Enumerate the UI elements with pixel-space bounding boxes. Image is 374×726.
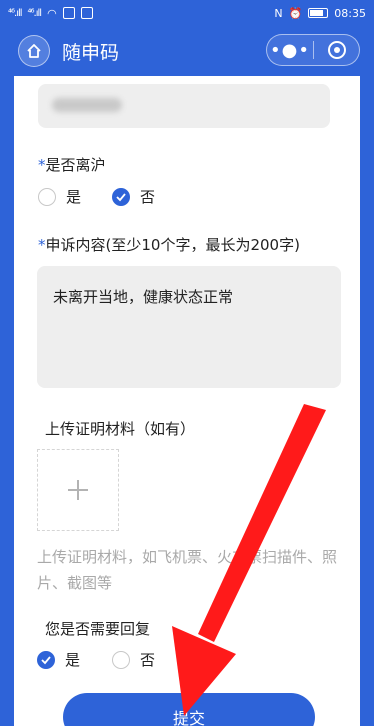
left-shanghai-label: *是否离沪 [38,154,106,175]
option-label: 否 [140,651,156,669]
upload-label: 上传证明材料（如有） [45,420,196,438]
alarm-icon: ⏰ [288,6,303,20]
option-label: 是 [65,651,81,669]
reply-label: 您是否需要回复 [45,620,151,638]
home-button[interactable] [18,35,50,67]
status-bar: ⁴⁶.ıll ⁴⁶.ıll ◠ N ⏰ 08:35 [0,0,374,26]
appeal-content-textarea[interactable]: 未离开当地，健康状态正常 [37,266,341,388]
page-title: 随申码 [62,41,120,64]
target-close-icon [327,41,346,59]
option-label: 是 [66,188,82,206]
reply-option-no[interactable]: 否 [112,649,155,670]
app-notification-icon [80,7,93,19]
radio-unchecked-icon[interactable] [112,650,130,669]
reply-option-yes[interactable]: 是 [37,649,80,670]
option-label: 否 [140,188,156,206]
upload-hint: 上传证明材料，如飞机票、火车票扫描件、照片、截图等 [37,548,338,592]
radio-unchecked-icon[interactable] [38,187,56,206]
more-icon: •●• [270,39,310,61]
appeal-content-label: *申诉内容(至少10个字，最长为200字) [38,234,300,255]
form-sheet: *是否离沪 是 否 *申诉内容(至少10个字，最长为200字) 未离开当地，健康… [14,76,360,726]
battery-icon [308,8,329,18]
required-mark: * [38,156,46,174]
signal-icon: ⁴⁶.ıll [27,7,42,19]
radio-checked-icon[interactable] [112,187,130,206]
previous-input-field[interactable] [38,84,330,128]
miniprogram-capsule: •●• [266,34,360,66]
nfc-icon: N [274,6,283,20]
clock-time: 08:35 [334,6,366,20]
left-shanghai-label-text: 是否离沪 [45,156,106,174]
nav-bar: 随申码 •●• [0,26,374,76]
app-notification-icon [62,7,75,19]
left-shanghai-option-no[interactable]: 否 [112,186,155,207]
close-miniprogram-button[interactable] [314,40,359,60]
appeal-content-label-text: 申诉内容(至少10个字，最长为200字) [45,236,300,254]
left-shanghai-option-yes[interactable]: 是 [38,186,81,207]
radio-checked-icon[interactable] [37,650,55,669]
home-icon [27,44,41,58]
upload-add-button[interactable] [37,449,119,531]
submit-button[interactable]: 提交 [63,693,315,726]
wifi-icon: ◠ [47,6,57,20]
more-button[interactable]: •●• [267,40,313,61]
required-mark: * [38,236,46,254]
blurred-value [52,98,122,112]
plus-icon [68,480,88,500]
signal-icon: ⁴⁶.ıll [8,7,22,19]
